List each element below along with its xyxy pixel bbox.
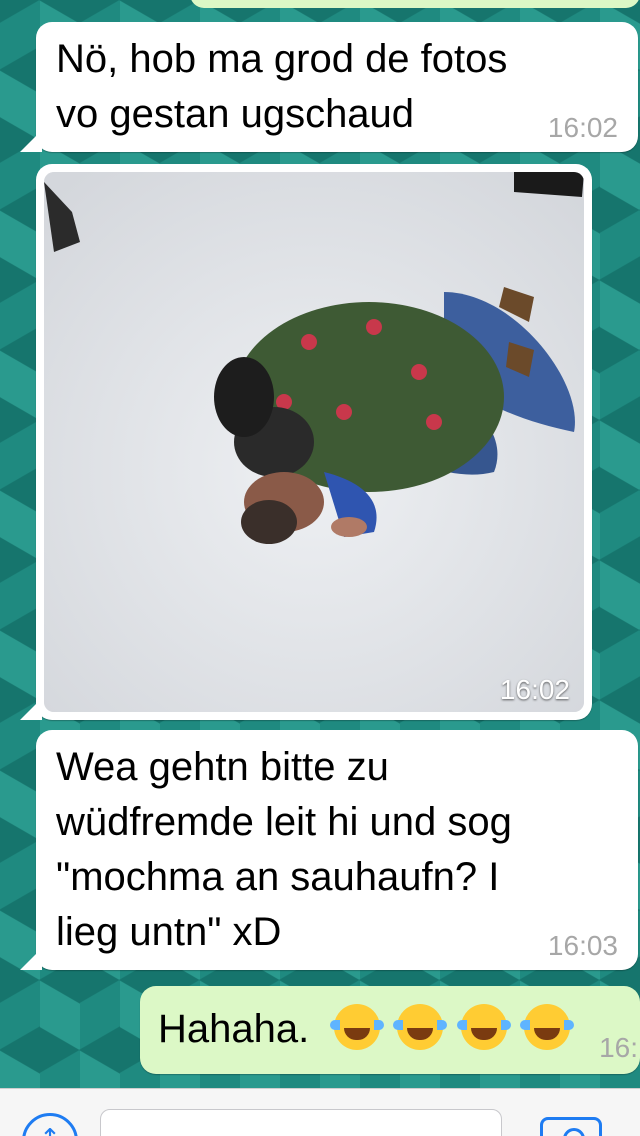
photo-timestamp: 16:02 bbox=[499, 674, 570, 705]
share-upload-icon[interactable]: ↑ bbox=[22, 1113, 78, 1136]
tears-of-joy-emoji bbox=[519, 1004, 574, 1050]
photo-attachment[interactable] bbox=[44, 172, 584, 712]
bubble-tail bbox=[20, 948, 42, 970]
message-text-content: Hahaha. bbox=[158, 1007, 310, 1051]
message-timestamp: 16:03 bbox=[547, 930, 618, 961]
photo-icon bbox=[44, 172, 584, 712]
message-timestamp: 16: bbox=[599, 1032, 638, 1063]
message-bubble-incoming[interactable]: Wea gehtn bitte zu wüdfremde leit hi und… bbox=[20, 730, 638, 970]
message-text: Wea gehtn bitte zu wüdfremde leit hi und… bbox=[56, 745, 512, 954]
message-timestamp: 16:02 bbox=[547, 112, 618, 143]
tears-of-joy-emoji bbox=[456, 1004, 511, 1050]
composer-bar: ↑ bbox=[0, 1088, 640, 1136]
message-bubble-outgoing[interactable]: Hahaha. 16: bbox=[140, 986, 640, 1074]
bubble-tail bbox=[20, 698, 42, 720]
message-bubble-incoming[interactable]: Nö, hob ma grod de fotos vo gestan ugsch… bbox=[20, 22, 638, 152]
tears-of-joy-emoji bbox=[393, 1004, 448, 1050]
message-text: Nö, hob ma grod de fotos vo gestan ugsch… bbox=[56, 37, 508, 136]
bubble-tail bbox=[20, 130, 42, 152]
message-input[interactable] bbox=[100, 1109, 502, 1136]
previous-outgoing-bubble-edge bbox=[190, 0, 640, 8]
message-text: Hahaha. bbox=[158, 1004, 620, 1053]
tears-of-joy-emoji bbox=[330, 1004, 385, 1050]
camera-icon[interactable] bbox=[540, 1117, 602, 1136]
message-bubble-image[interactable]: 16:02 bbox=[20, 164, 592, 720]
